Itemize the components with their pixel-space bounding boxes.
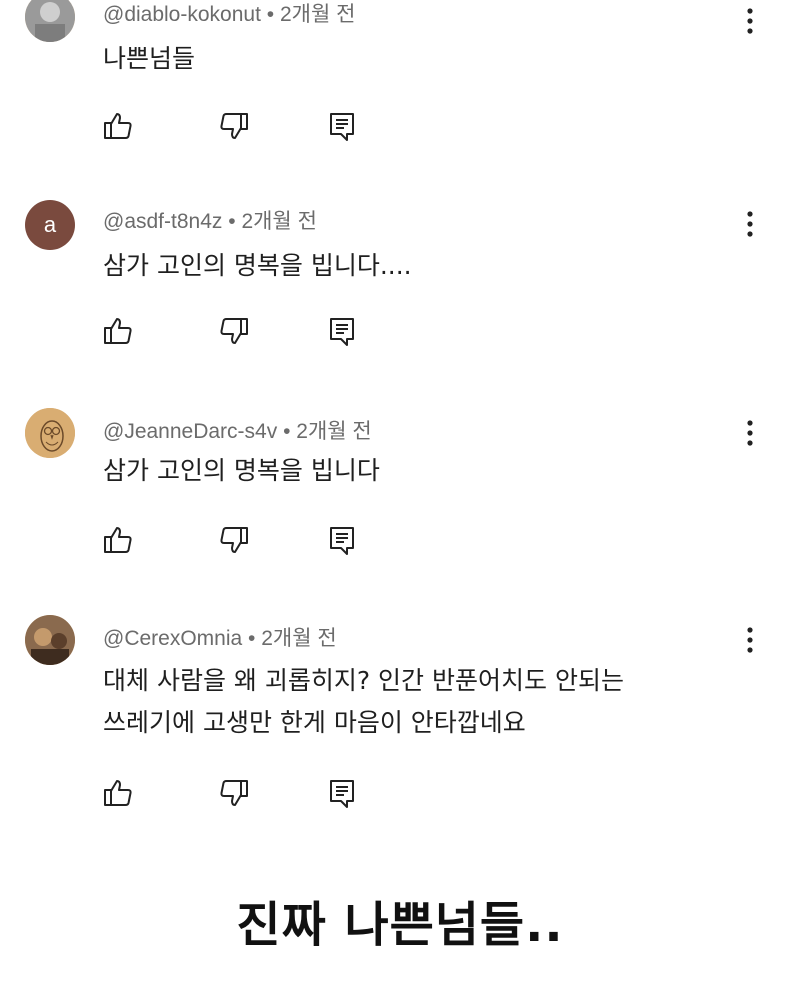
more-vertical-icon[interactable] xyxy=(738,6,762,36)
comment-author[interactable]: @JeanneDarc-s4v xyxy=(103,420,277,443)
reply-comment-icon[interactable] xyxy=(324,775,360,811)
comment-meta: @asdf-t8n4z • 2개월 전 xyxy=(103,205,317,235)
thumbs-down-icon[interactable] xyxy=(216,108,252,144)
meta-separator: • xyxy=(266,3,275,26)
comment-meta: @CerexOmnia • 2개월 전 xyxy=(103,622,337,652)
comment-meta: @diablo-kokonut • 2개월 전 xyxy=(103,0,355,28)
reply-comment-icon[interactable] xyxy=(324,313,360,349)
meta-separator: • xyxy=(248,627,256,650)
thumbs-down-icon[interactable] xyxy=(216,313,252,349)
avatar[interactable] xyxy=(25,615,75,665)
avatar-letter: a xyxy=(43,212,57,237)
more-vertical-icon[interactable] xyxy=(738,209,762,239)
more-vertical-icon[interactable] xyxy=(738,418,762,448)
comment-time: 2개월 전 xyxy=(241,210,317,233)
comment-text: 삼가 고인의 명복을 빕니다 xyxy=(103,456,380,485)
comment-text: 삼가 고인의 명복을 빕니다.... xyxy=(103,251,412,280)
avatar[interactable] xyxy=(25,0,75,42)
reply-comment-icon[interactable] xyxy=(324,108,360,144)
comment-text: 대체 사람을 왜 괴롭히지? 인간 반푼어치도 안되는 쓰레기에 고생만 한게 … xyxy=(103,666,624,737)
thumbs-down-icon[interactable] xyxy=(216,522,252,558)
comment-actions xyxy=(100,313,400,349)
thumbs-down-icon[interactable] xyxy=(216,775,252,811)
comment-actions xyxy=(100,108,400,144)
comment-meta: @JeanneDarc-s4v • 2개월 전 xyxy=(103,415,372,445)
more-vertical-icon[interactable] xyxy=(738,625,762,655)
comment-time: 2개월 전 xyxy=(261,627,337,650)
comment-time: 2개월 전 xyxy=(279,3,356,26)
comment-author[interactable]: @CerexOmnia xyxy=(103,627,242,650)
comment-actions xyxy=(100,775,400,811)
comment-author[interactable]: @diablo-kokonut xyxy=(103,3,261,26)
comment-actions xyxy=(100,522,400,558)
comment-text: 나쁜넘들 xyxy=(103,44,196,73)
avatar[interactable]: a xyxy=(25,200,75,250)
meta-separator: • xyxy=(283,420,291,443)
meta-separator: • xyxy=(228,210,236,233)
thumbs-up-icon[interactable] xyxy=(100,775,136,811)
thumbs-up-icon[interactable] xyxy=(100,108,136,144)
owl-drawing-icon[interactable] xyxy=(25,408,75,458)
reply-comment-icon[interactable] xyxy=(324,522,360,558)
comment-time: 2개월 전 xyxy=(296,420,372,443)
thumbs-up-icon[interactable] xyxy=(100,313,136,349)
meme-caption: 진짜 나쁜넘들.. xyxy=(236,897,564,953)
thumbs-up-icon[interactable] xyxy=(100,522,136,558)
comment-author[interactable]: @asdf-t8n4z xyxy=(103,210,222,233)
